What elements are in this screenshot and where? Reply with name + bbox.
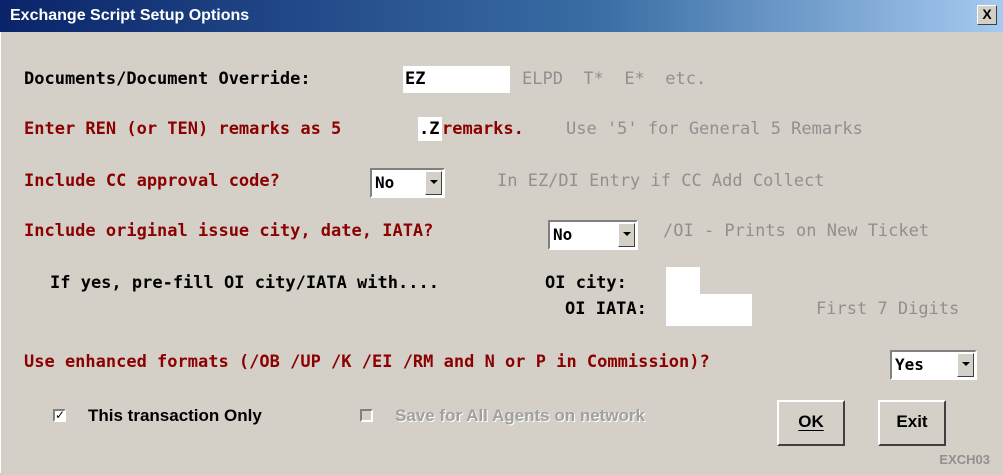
documents-label: Documents/Document Override: <box>24 69 311 89</box>
ok-button-label: OK <box>798 412 824 431</box>
window-title: Exchange Script Setup Options <box>10 7 250 24</box>
original-issue-hint: /OI - Prints on New Ticket <box>663 221 930 241</box>
close-icon: X <box>982 6 992 22</box>
chevron-down-icon[interactable] <box>618 223 635 247</box>
original-issue-select[interactable]: No <box>548 220 638 250</box>
ok-button[interactable]: OK <box>777 400 845 446</box>
cc-approval-label: Include CC approval code? <box>24 171 280 191</box>
documents-override-value: EZ <box>405 69 426 89</box>
this-transaction-checkbox[interactable]: ✓ <box>53 409 66 422</box>
close-button[interactable]: X <box>977 5 997 25</box>
cc-approval-select[interactable]: No <box>370 168 445 198</box>
ren-remarks-value: .Z <box>419 119 440 139</box>
ren-label: Enter REN (or TEN) remarks as 5 <box>24 119 342 139</box>
all-agents-label[interactable]: Save for All Agents on network <box>395 406 645 426</box>
ren-label-suffix: remarks. <box>442 119 524 139</box>
oi-iata-input[interactable] <box>666 294 752 326</box>
dialog-body: Documents/Document Override: EZ ELPD T* … <box>0 32 1002 473</box>
oi-iata-label: OI IATA: <box>565 299 647 319</box>
cc-approval-hint: In EZ/DI Entry if CC Add Collect <box>497 171 825 191</box>
prefill-label: If yes, pre-fill OI city/IATA with.... <box>50 273 439 293</box>
all-agents-checkbox[interactable] <box>360 409 373 422</box>
form-code: EXCH03 <box>939 452 990 467</box>
chevron-down-icon[interactable] <box>425 171 442 195</box>
oi-city-label: OI city: <box>545 273 627 293</box>
original-issue-value: No <box>553 225 573 244</box>
documents-hint: ELPD T* E* etc. <box>522 69 707 89</box>
this-transaction-label[interactable]: This transaction Only <box>88 406 262 426</box>
enhanced-formats-select[interactable]: Yes <box>890 350 977 380</box>
ren-hint: Use '5' for General 5 Remarks <box>566 119 863 139</box>
oi-iata-hint: First 7 Digits <box>816 299 960 319</box>
ren-remarks-input[interactable]: .Z <box>418 117 442 141</box>
documents-override-input[interactable]: EZ <box>403 66 510 93</box>
cc-approval-value: No <box>375 173 395 192</box>
oi-city-input[interactable] <box>666 267 700 297</box>
original-issue-label: Include original issue city, date, IATA? <box>24 221 434 241</box>
chevron-down-icon[interactable] <box>957 353 974 377</box>
title-bar: Exchange Script Setup Options X <box>0 0 1003 32</box>
enhanced-formats-value: Yes <box>895 355 924 374</box>
enhanced-formats-label: Use enhanced formats (/OB /UP /K /EI /RM… <box>24 352 710 372</box>
exit-button-label: Exit <box>896 412 928 431</box>
exit-button[interactable]: Exit <box>878 400 946 446</box>
